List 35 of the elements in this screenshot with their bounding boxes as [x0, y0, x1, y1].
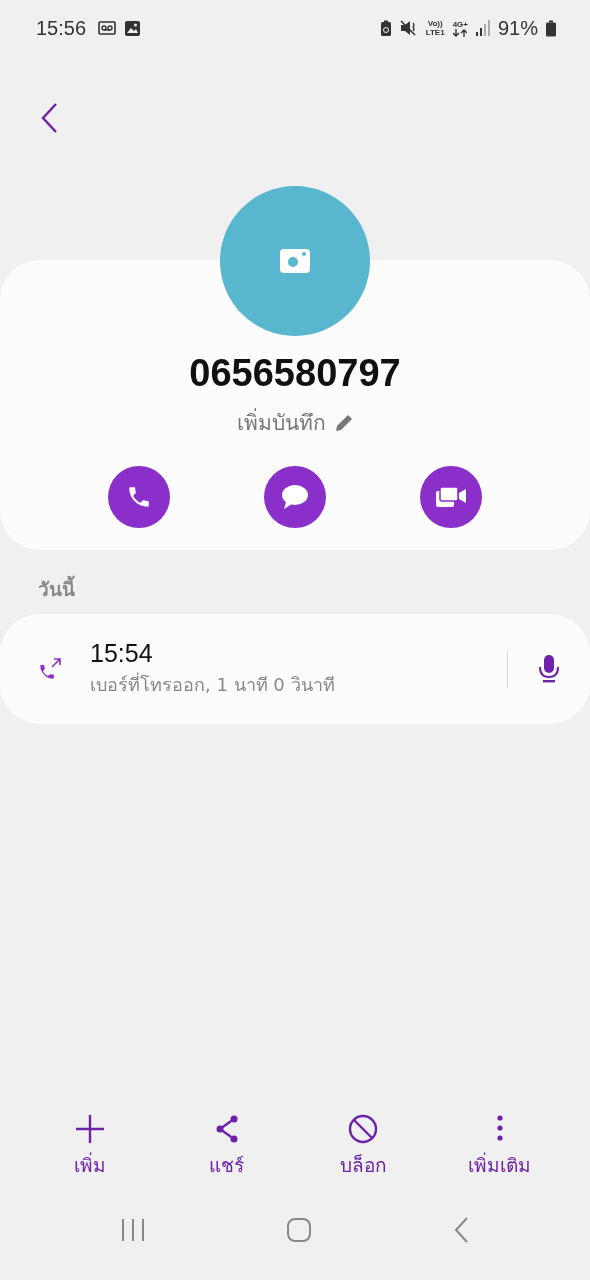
- section-header: วันนี้: [38, 574, 590, 604]
- video-camera-icon: [435, 485, 467, 509]
- phone-icon: [126, 484, 152, 510]
- mute-icon: [399, 20, 418, 36]
- more-icon: [495, 1114, 504, 1144]
- data-arrows-icon: [453, 28, 468, 37]
- battery-saver-icon: [379, 19, 392, 37]
- back-icon[interactable]: [453, 1217, 470, 1243]
- volte-label: Vo)): [427, 19, 443, 28]
- outgoing-call-icon: [38, 657, 62, 681]
- battery-icon: [546, 19, 556, 37]
- back-icon[interactable]: [40, 102, 58, 134]
- more-button[interactable]: เพิ่มเติม: [439, 1114, 560, 1180]
- recent-apps-icon[interactable]: [120, 1218, 145, 1242]
- lte-label: LTE1: [425, 28, 445, 37]
- network-label: 4G+: [452, 19, 468, 29]
- signal-icon: [475, 20, 490, 36]
- chat-bubble-icon: [280, 483, 310, 511]
- call-detail: เบอร์ที่โทรออก, 1 นาที 0 วินาที: [90, 671, 336, 697]
- voicemail-icon: [98, 20, 117, 36]
- battery-percent: 91%: [497, 16, 538, 40]
- add-note-button[interactable]: เพิ่มบันทึก: [230, 405, 360, 440]
- add-button[interactable]: เพิ่ม: [30, 1114, 151, 1180]
- pencil-icon: [333, 412, 354, 433]
- home-icon[interactable]: [286, 1217, 312, 1243]
- share-button[interactable]: แชร์: [166, 1114, 287, 1180]
- block-button[interactable]: บล็อก: [303, 1114, 424, 1180]
- image-icon: [124, 19, 142, 37]
- call-log-item[interactable]: 15:54 เบอร์ที่โทรออก, 1 นาที 0 วินาที: [0, 614, 590, 724]
- status-time: 15:56: [36, 16, 87, 40]
- call-time: 15:54: [90, 639, 154, 668]
- phone-number: 0656580797: [189, 352, 401, 395]
- microphone-icon[interactable]: [538, 654, 560, 684]
- plus-icon: [75, 1114, 106, 1144]
- block-icon: [348, 1114, 379, 1144]
